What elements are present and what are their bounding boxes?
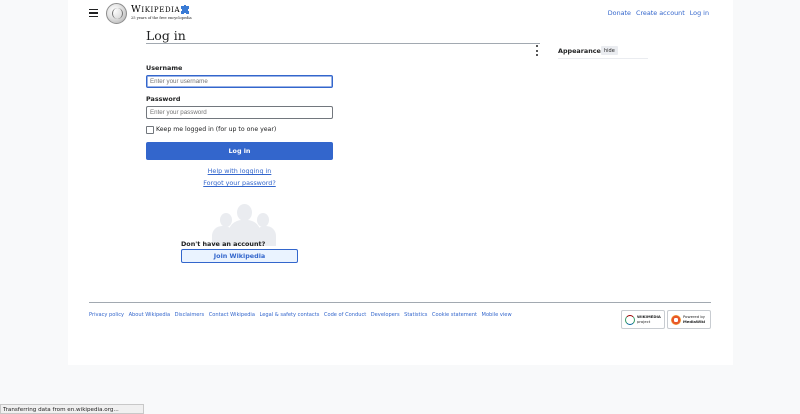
remember-me-checkbox[interactable] (146, 126, 154, 134)
no-account-prompt: Don't have an account? (181, 240, 266, 248)
wikimedia-badge-line2: project (637, 318, 651, 324)
footer-link-conduct[interactable]: Code of Conduct (324, 312, 366, 318)
create-account-link[interactable]: Create account (636, 9, 685, 17)
more-options-icon[interactable] (534, 45, 540, 56)
wikipedia-tagline: 25 years of the free encyclopedia (131, 16, 192, 20)
appearance-title: Appearance (558, 47, 601, 55)
donate-link[interactable]: Donate (608, 9, 631, 17)
page-title: Log in (146, 28, 186, 43)
footer-divider (89, 302, 711, 303)
wikipedia-wordmark[interactable]: Wikipedia (131, 4, 180, 15)
username-input[interactable] (146, 75, 333, 88)
footer-link-legal[interactable]: Legal & safety contacts (259, 312, 319, 318)
password-label: Password (146, 95, 181, 103)
footer-link-developers[interactable]: Developers (371, 312, 400, 318)
footer-link-privacy[interactable]: Privacy policy (89, 312, 124, 318)
login-link[interactable]: Log in (690, 9, 709, 17)
wikimedia-logo-icon (625, 314, 635, 325)
forgot-password-link[interactable]: Forgot your password? (146, 179, 333, 187)
page-content: Wikipedia 25 years of the free encyclope… (68, 0, 733, 365)
mediawiki-badge-line2: MediaWiki (683, 318, 706, 324)
personal-tools: Donate Create account Log in (608, 9, 709, 17)
main-menu-icon[interactable] (89, 9, 98, 17)
heading-divider (146, 43, 540, 44)
footer-link-statistics[interactable]: Statistics (404, 312, 427, 318)
password-input[interactable] (146, 106, 333, 119)
footer-link-cookies[interactable]: Cookie statement (432, 312, 477, 318)
appearance-hide-button[interactable]: hide (601, 46, 618, 55)
mediawiki-logo-icon (671, 314, 681, 325)
username-label: Username (146, 64, 183, 72)
footer-link-about[interactable]: About Wikipedia (129, 312, 171, 318)
appearance-divider (558, 58, 648, 59)
remember-me-label[interactable]: Keep me logged in (for up to one year) (156, 126, 276, 133)
wikimedia-project-badge[interactable]: WIKIMEDIA project (621, 310, 665, 329)
login-button[interactable]: Log in (146, 142, 333, 160)
browser-status-bar: Transferring data from en.wikipedia.org.… (0, 404, 144, 414)
powered-by-mediawiki-badge[interactable]: Powered by MediaWiki (667, 310, 711, 329)
wikipedia-globe-logo-icon[interactable] (106, 3, 127, 24)
footer-link-disclaimers[interactable]: Disclaimers (175, 312, 205, 318)
footer-links: Privacy policy About Wikipedia Disclaime… (89, 312, 512, 318)
footer-link-mobile[interactable]: Mobile view (482, 312, 512, 318)
join-wikipedia-button[interactable]: Join Wikipedia (181, 249, 298, 263)
help-login-link[interactable]: Help with logging in (146, 167, 333, 175)
anniversary-puzzle-icon (181, 5, 189, 14)
footer-link-contact[interactable]: Contact Wikipedia (209, 312, 255, 318)
